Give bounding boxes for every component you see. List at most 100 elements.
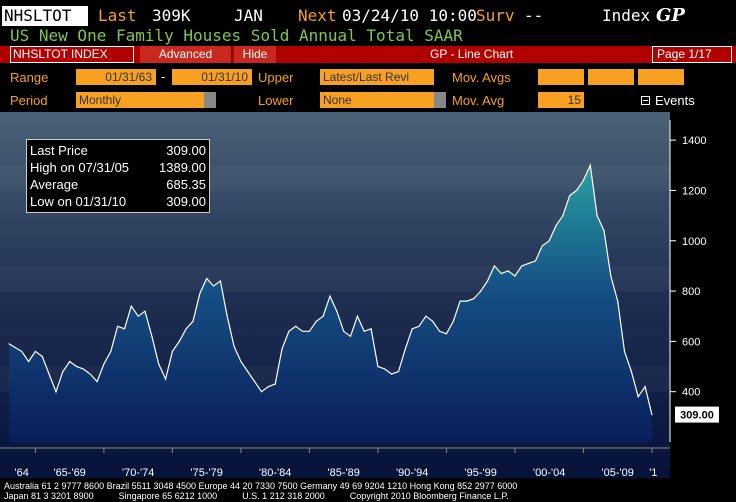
last-value-label: 309.00 [680, 410, 714, 422]
period-select[interactable]: Monthly [76, 92, 204, 108]
series-point [8, 343, 10, 345]
page-indicator[interactable]: Page 1/17 [652, 46, 732, 63]
x-tick-label: '80-'84 [259, 467, 291, 478]
lower-select[interactable]: None [320, 92, 434, 108]
footer-contacts: Australia 61 2 9777 8600 Brazil 5511 304… [4, 481, 518, 491]
series-point [514, 275, 516, 277]
security-field[interactable]: NHSLTOT INDEX [10, 46, 134, 63]
series-point [212, 285, 215, 287]
mov-avg-input-2[interactable] [588, 69, 634, 85]
series-point [603, 230, 605, 232]
hide-button[interactable]: Hide [234, 46, 276, 63]
high-label: High on 07/31/05 [30, 160, 130, 175]
series-point [480, 290, 482, 292]
average-value: 685.35 [166, 177, 206, 192]
last-price-label: Last Price [30, 143, 88, 158]
x-tick-label: '05-'09 [602, 467, 634, 478]
series-point [164, 378, 167, 380]
series-point [575, 189, 578, 192]
surv-label: Surv [476, 6, 515, 25]
y-axis-panel [670, 112, 736, 478]
series-point [637, 396, 639, 398]
y-tick-label: 400 [682, 387, 700, 399]
series-point [82, 368, 84, 370]
x-tick-label: '75-'79 [190, 467, 222, 478]
series-point [110, 350, 112, 353]
series-point [507, 270, 509, 272]
series-point [322, 315, 324, 317]
series-point [62, 370, 64, 373]
series-point [397, 370, 400, 373]
series-point [623, 350, 626, 353]
series-point [178, 340, 180, 342]
series-point [384, 368, 386, 370]
series-point [267, 386, 269, 388]
series-point [48, 373, 50, 375]
chart-type-label: GP - Line Chart [430, 47, 514, 61]
series-point [589, 164, 591, 166]
x-tick-label: '1 [649, 467, 657, 478]
series-point [452, 320, 454, 322]
series-point [528, 262, 530, 264]
y-tick-label: 1200 [682, 185, 706, 197]
stats-row-last: Last Price 309.00 [30, 142, 206, 159]
series-point [445, 333, 448, 335]
x-tick-label: '70-'74 [122, 467, 154, 478]
series-point [219, 280, 221, 282]
series-point [151, 335, 153, 337]
series-point [644, 386, 646, 388]
lower-dropdown-arrow[interactable] [434, 92, 446, 108]
series-point [486, 280, 489, 282]
series-point [117, 325, 119, 327]
series-point [130, 305, 132, 307]
x-tick-label: '00-'04 [533, 467, 565, 478]
series-point [27, 360, 30, 363]
series-point [541, 245, 543, 247]
period-label: Period [10, 93, 48, 108]
series-point [308, 330, 311, 332]
advanced-button[interactable]: Advanced [140, 46, 232, 63]
series-point [274, 383, 276, 385]
series-point [363, 330, 365, 332]
low-value: 309.00 [166, 194, 206, 209]
range-start-input[interactable]: 01/31/63 [76, 69, 156, 85]
series-point [69, 360, 71, 363]
x-tick-label: '90-'94 [396, 467, 428, 478]
series-point [137, 315, 139, 317]
mov-avg-input-3[interactable] [638, 69, 684, 85]
series-point [295, 325, 297, 327]
series-point [610, 275, 612, 277]
series-point [425, 315, 427, 317]
series-point [521, 265, 523, 267]
stats-row-average: Average 685.35 [30, 176, 206, 193]
series-point [630, 370, 632, 373]
series-point [356, 315, 358, 317]
mov-avg-input-1[interactable] [538, 69, 584, 85]
period-dropdown-arrow[interactable] [204, 92, 216, 108]
series-point [144, 310, 146, 312]
lower-label: Lower [258, 93, 294, 108]
series-point [418, 325, 420, 327]
stats-row-low: Low on 01/31/10 309.00 [30, 193, 206, 210]
period-value: JAN [234, 6, 263, 25]
series-point [617, 300, 619, 302]
stats-row-high: High on 07/31/05 1389.00 [30, 159, 206, 176]
series-point [329, 295, 331, 297]
mov-avg-label: Mov. Avg [452, 93, 505, 108]
series-point [343, 330, 345, 332]
series-point [391, 373, 393, 375]
y-tick-label: 800 [682, 286, 700, 298]
upper-input[interactable]: Latest/Last Revi [320, 69, 434, 85]
upper-label: Upper [258, 70, 294, 85]
ticker-field[interactable]: NHSLTOT [2, 6, 88, 26]
series-point [199, 292, 201, 295]
mov-avg-period-input[interactable]: 15 [538, 92, 584, 108]
series-point [75, 365, 78, 368]
series-point [226, 315, 228, 317]
gp-function-label[interactable]: GP [656, 5, 685, 27]
series-point [260, 391, 263, 393]
series-point [438, 330, 441, 332]
range-end-input[interactable]: 01/31/10 [172, 69, 252, 85]
series-point [206, 277, 208, 280]
last-price-value: 309.00 [166, 143, 206, 158]
